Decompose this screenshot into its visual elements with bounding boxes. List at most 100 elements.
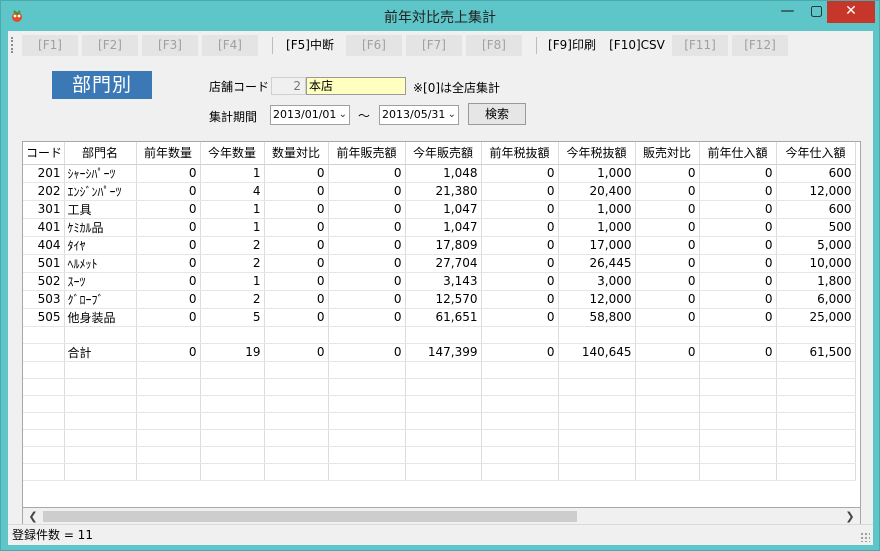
toolbar-grip-icon[interactable] xyxy=(11,37,15,53)
table-cell xyxy=(136,361,201,379)
table-cell: 1,000 xyxy=(558,218,636,237)
table-cell xyxy=(776,446,856,464)
column-header[interactable]: コード xyxy=(23,142,65,165)
f5-interrupt-button[interactable]: [F5]中断 xyxy=(282,35,338,56)
column-header[interactable]: 販売対比 xyxy=(635,142,700,165)
f7-button[interactable]: [F7] xyxy=(406,35,462,56)
f11-button[interactable]: [F11] xyxy=(672,35,728,56)
f3-button[interactable]: [F3] xyxy=(142,35,198,56)
f12-button[interactable]: [F12] xyxy=(732,35,788,56)
table-cell xyxy=(405,429,482,447)
table-cell xyxy=(699,395,777,413)
table-cell: ｼｬｰｼﾊﾟｰﾂ xyxy=(64,164,137,183)
column-header[interactable]: 今年税抜額 xyxy=(558,142,636,165)
chevron-right-icon[interactable]: ❯ xyxy=(842,508,858,525)
f6-button[interactable]: [F6] xyxy=(346,35,402,56)
scrollbar-thumb[interactable] xyxy=(43,511,577,522)
table-cell: 0 xyxy=(635,343,700,362)
column-header[interactable]: 今年販売額 xyxy=(405,142,482,165)
table-cell: 10,000 xyxy=(776,254,856,273)
f9-print-button[interactable]: [F9]印刷 xyxy=(544,35,600,56)
table-cell: 0 xyxy=(264,254,329,273)
chevron-left-icon[interactable]: ❮ xyxy=(25,508,41,525)
table-cell: 0 xyxy=(635,308,700,327)
column-header[interactable]: 前年販売額 xyxy=(328,142,406,165)
table-row[interactable]: 301 工具 0 1 0 0 1,047 0 1,000 0 0 600 xyxy=(23,200,856,219)
table-cell xyxy=(405,378,482,396)
table-row[interactable]: 505 他身装品 0 5 0 0 61,651 0 58,800 0 0 25,000 xyxy=(23,308,856,327)
table-cell: 1 xyxy=(200,164,265,183)
data-table: コード 部門名 前年数量 今年数量 数量対比 前年販売額 今年販売額 前年税抜額 今年税抜額 販売… xyxy=(23,142,856,481)
table-cell: 0 xyxy=(635,254,700,273)
table-cell xyxy=(64,395,137,413)
table-row[interactable] xyxy=(23,429,856,447)
table-row[interactable] xyxy=(23,446,856,464)
table-cell xyxy=(481,429,559,447)
table-cell: 0 xyxy=(635,218,700,237)
store-code-input[interactable]: 2 xyxy=(271,77,306,95)
table-cell xyxy=(136,446,201,464)
table-cell: 0 xyxy=(328,200,406,219)
table-row[interactable] xyxy=(23,412,856,430)
table-cell xyxy=(776,429,856,447)
table-cell: 27,704 xyxy=(405,254,482,273)
store-code-label: 店舗コード xyxy=(209,80,270,94)
table-cell: 61,500 xyxy=(776,343,856,362)
f10-csv-button[interactable]: [F10]CSV xyxy=(606,35,668,56)
date-from-picker[interactable]: 2013/01/01 ⌄ xyxy=(270,105,350,125)
f4-button[interactable]: [F4] xyxy=(202,35,258,56)
table-row[interactable]: 201 ｼｬｰｼﾊﾟｰﾂ 0 1 0 0 1,048 0 1,000 0 0 600 xyxy=(23,164,856,183)
table-cell: 1,000 xyxy=(558,200,636,219)
table-cell: 1 xyxy=(200,272,265,291)
date-to-picker[interactable]: 2013/05/31 ⌄ xyxy=(379,105,459,125)
table-row[interactable] xyxy=(23,326,856,344)
table-cell xyxy=(136,395,201,413)
table-cell xyxy=(328,446,406,464)
table-row[interactable]: 503 ｸﾞﾛｰﾌﾞ 0 2 0 0 12,570 0 12,000 0 0 6,000 xyxy=(23,290,856,309)
column-header[interactable]: 今年数量 xyxy=(200,142,265,165)
resize-grip-icon[interactable] xyxy=(860,532,870,542)
f1-button[interactable]: [F1] xyxy=(22,35,78,56)
table-cell: 4 xyxy=(200,182,265,201)
table-cell xyxy=(200,446,265,464)
search-button[interactable]: 検索 xyxy=(468,103,526,125)
table-row[interactable]: 合計 0 19 0 0 147,399 0 140,645 0 0 61,500 xyxy=(23,343,856,362)
table-cell: 0 xyxy=(699,343,777,362)
table-row[interactable] xyxy=(23,378,856,396)
column-header[interactable]: 今年仕入額 xyxy=(776,142,856,165)
table-cell xyxy=(635,446,700,464)
table-cell xyxy=(558,412,636,430)
table-cell xyxy=(200,412,265,430)
table-row[interactable]: 502 ｽｰﾂ 0 1 0 0 3,143 0 3,000 0 0 1,800 xyxy=(23,272,856,291)
close-button[interactable]: ✕ xyxy=(827,1,875,23)
table-row[interactable] xyxy=(23,395,856,413)
table-row[interactable]: 404 ﾀｲﾔ 0 2 0 0 17,809 0 17,000 0 0 5,000 xyxy=(23,236,856,255)
column-header[interactable]: 前年数量 xyxy=(136,142,201,165)
table-row[interactable] xyxy=(23,463,856,481)
title-bar[interactable]: 前年対比売上集計 — ▢ ✕ xyxy=(1,1,879,31)
record-count: 登録件数 = 11 xyxy=(12,528,93,542)
table-cell: 6,000 xyxy=(776,290,856,309)
table-row[interactable] xyxy=(23,361,856,379)
column-header[interactable]: 部門名 xyxy=(64,142,137,165)
table-cell: 0 xyxy=(328,308,406,327)
f2-button[interactable]: [F2] xyxy=(82,35,138,56)
table-cell: 5,000 xyxy=(776,236,856,255)
data-grid[interactable]: コード 部門名 前年数量 今年数量 数量対比 前年販売額 今年販売額 前年税抜額 今年税抜額 販売… xyxy=(22,141,861,508)
column-header[interactable]: 前年税抜額 xyxy=(481,142,559,165)
table-row[interactable]: 501 ﾍﾙﾒｯﾄ 0 2 0 0 27,704 0 26,445 0 0 10,000 xyxy=(23,254,856,273)
table-cell xyxy=(699,378,777,396)
table-cell: 0 xyxy=(264,218,329,237)
table-row[interactable]: 401 ｹﾐｶﾙ品 0 1 0 0 1,047 0 1,000 0 0 500 xyxy=(23,218,856,237)
column-header[interactable]: 前年仕入額 xyxy=(699,142,777,165)
table-row[interactable]: 202 ｴﾝｼﾞﾝﾊﾟｰﾂ 0 4 0 0 21,380 0 20,400 0 0 12,000 xyxy=(23,182,856,201)
table-cell: 202 xyxy=(23,182,65,201)
table-cell: 500 xyxy=(776,218,856,237)
f8-button[interactable]: [F8] xyxy=(466,35,522,56)
minimize-button[interactable]: — xyxy=(773,1,802,23)
column-header[interactable]: 数量対比 xyxy=(264,142,329,165)
table-cell xyxy=(264,361,329,379)
table-cell: 0 xyxy=(481,218,559,237)
table-cell: 3,000 xyxy=(558,272,636,291)
table-cell: 1,047 xyxy=(405,200,482,219)
